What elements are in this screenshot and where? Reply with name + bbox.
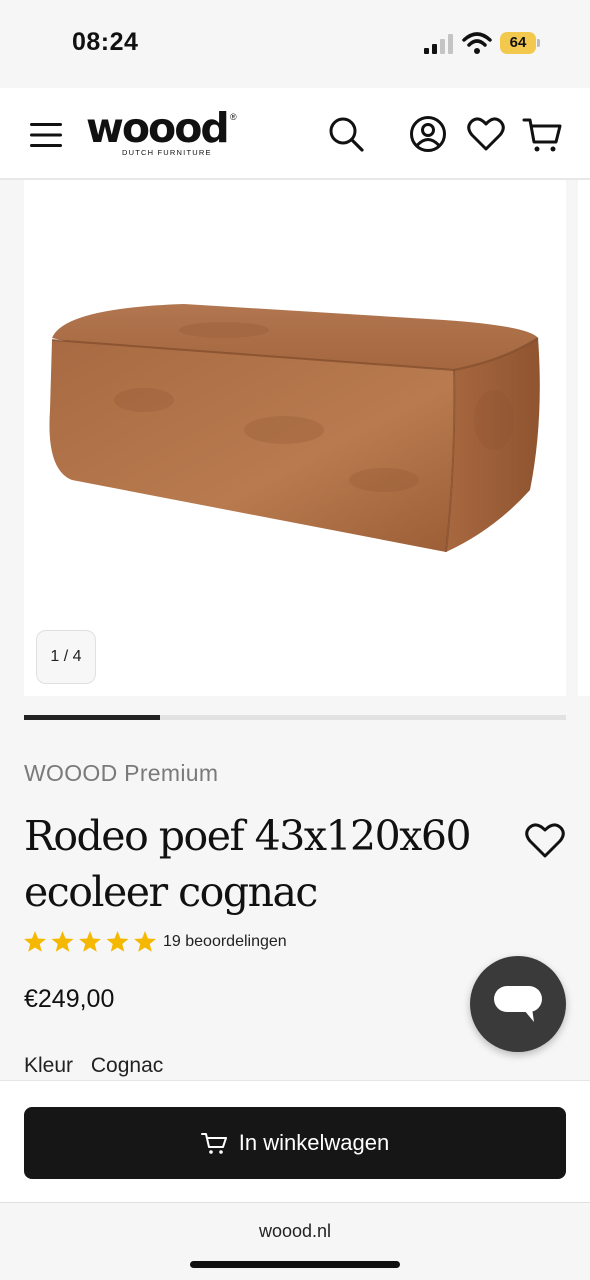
home-indicator <box>190 1261 400 1268</box>
gallery-progress-track <box>24 715 566 720</box>
site-header: woood ® DUTCH FURNITURE <box>0 88 590 180</box>
logo-wordmark: woood <box>86 104 230 152</box>
battery-level: 64 <box>509 34 527 51</box>
heart-icon[interactable] <box>466 114 506 154</box>
woood-logo[interactable]: woood ® DUTCH FURNITURE <box>86 104 246 158</box>
battery-icon: 64 <box>500 32 540 54</box>
wifi-icon <box>462 32 492 54</box>
star-icon <box>24 931 46 952</box>
add-to-wishlist-heart-icon[interactable] <box>524 820 566 860</box>
search-icon[interactable] <box>326 114 366 154</box>
product-gallery[interactable]: 1 / 4 <box>24 180 566 696</box>
star-icon <box>106 931 129 952</box>
product-title: Rodeo poef 43x120x60 ecoleer cognac <box>24 812 472 916</box>
review-count[interactable]: 19 beoordelingen <box>163 933 287 951</box>
star-icon <box>134 931 156 952</box>
product-brand[interactable]: WOOOD Premium <box>24 760 218 787</box>
add-to-cart-label: In winkelwagen <box>238 1130 390 1155</box>
star-icon <box>79 931 101 952</box>
product-price: €249,00 <box>24 985 115 1013</box>
cart-icon <box>200 1133 227 1154</box>
signal-icon <box>424 34 453 54</box>
chat-button[interactable] <box>470 956 566 1052</box>
product-image[interactable] <box>24 180 566 696</box>
color-selector[interactable]: Kleur Cognac <box>24 1054 163 1078</box>
status-bar: 08:24 64 <box>0 0 590 88</box>
gallery-progress-fill <box>24 715 160 720</box>
logo-subtitle: DUTCH FURNITURE <box>122 148 212 157</box>
sticky-cart-bar: In winkelwagen <box>0 1080 590 1202</box>
cart-icon[interactable] <box>522 114 562 154</box>
add-to-cart-button[interactable]: In winkelwagen <box>24 1107 566 1179</box>
logo-registered-mark: ® <box>230 112 237 122</box>
star-icon <box>51 931 74 952</box>
browser-url-bar[interactable]: woood.nl <box>0 1202 590 1280</box>
account-icon[interactable] <box>408 114 448 154</box>
chat-bubble-icon <box>494 986 542 1022</box>
next-image-peek[interactable] <box>578 180 590 696</box>
color-value: Cognac <box>90 1054 164 1077</box>
hamburger-menu-icon[interactable] <box>30 122 62 148</box>
rating-stars <box>24 931 156 952</box>
url-text[interactable]: woood.nl <box>0 1221 590 1242</box>
image-counter: 1 / 4 <box>36 630 96 684</box>
status-time: 08:24 <box>72 28 139 56</box>
color-label: Kleur <box>24 1054 74 1077</box>
